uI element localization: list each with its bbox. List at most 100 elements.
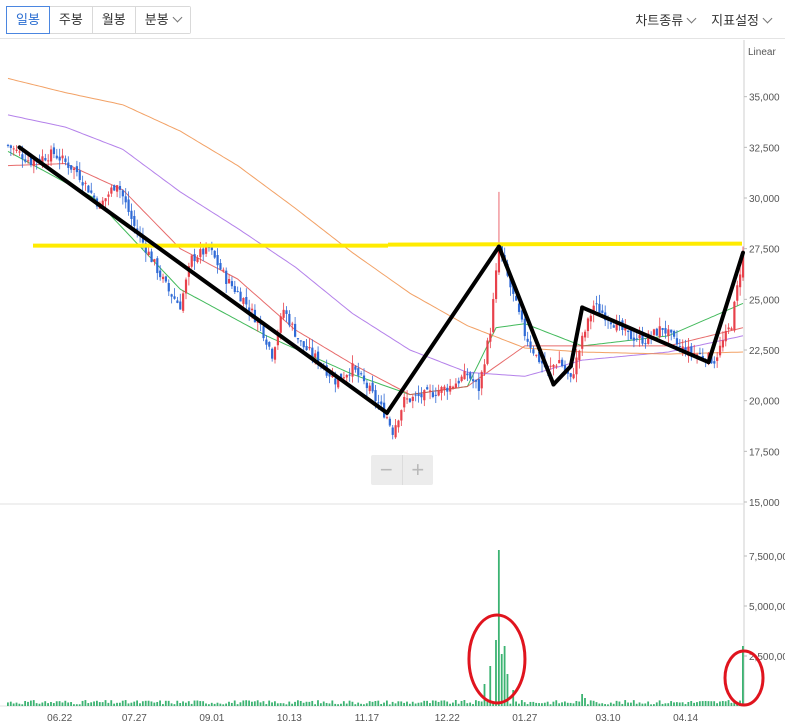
candle-body (6, 144, 10, 146)
volume-bar (693, 702, 695, 706)
volume-bar (515, 701, 517, 706)
x-axis-label: 06.22 (47, 713, 72, 724)
volume-bar (104, 700, 107, 706)
volume-bar (173, 704, 176, 706)
zoom-out-button[interactable]: − (371, 455, 402, 485)
volume-bar (509, 703, 512, 706)
volume-bar (256, 700, 259, 706)
candle-body (733, 301, 736, 331)
volume-bar (687, 701, 690, 706)
volume-bar (572, 703, 575, 706)
volume-bar (483, 684, 486, 706)
volume-bar (179, 702, 182, 706)
volume-bar (480, 701, 483, 706)
candle-body (532, 349, 535, 354)
candle-body (388, 418, 391, 426)
candle-body (609, 322, 613, 325)
volume-bar (624, 700, 627, 706)
candle-body (391, 427, 394, 435)
candle-body (494, 270, 498, 300)
volume-bar (380, 703, 383, 706)
candle-body (362, 375, 366, 382)
volume-bar (417, 702, 420, 706)
x-axis-label: 04.14 (673, 713, 698, 724)
volume-bar (15, 702, 18, 706)
volume-bar (291, 703, 294, 706)
volume-bar (552, 701, 555, 706)
candle-body (265, 339, 268, 345)
candle-body (678, 346, 681, 348)
candle-body (736, 285, 739, 301)
volume-bar (437, 701, 440, 706)
volume-bar (443, 700, 446, 706)
volume-bar (609, 702, 612, 706)
volume-bar (58, 701, 61, 706)
volume-bar (348, 700, 351, 706)
volume-bar (64, 700, 67, 706)
candle-body (632, 337, 635, 341)
candle-body (9, 145, 12, 148)
volume-bar (242, 700, 245, 706)
volume-bar (50, 702, 52, 706)
candle-body (299, 340, 302, 342)
volume-bar (675, 702, 678, 706)
candles-group (6, 143, 745, 440)
candle-body (61, 155, 64, 159)
volume-bar (724, 701, 727, 706)
volume-bar (162, 704, 164, 706)
candle-body (173, 296, 176, 299)
volume-bar (274, 701, 276, 706)
candle-body (32, 159, 35, 167)
candle-body (202, 248, 205, 255)
volume-bar (408, 703, 411, 706)
zoom-in-button[interactable]: + (401, 455, 434, 485)
volume-bar (262, 701, 265, 706)
x-axis-label: 03.10 (596, 713, 621, 724)
volume-bar (698, 701, 701, 706)
candle-body (589, 315, 592, 322)
volume-bar (460, 700, 463, 706)
volume-bar (721, 700, 724, 706)
candle-body (477, 379, 480, 391)
volume-bar (457, 703, 460, 706)
candle-body (652, 329, 656, 335)
candle-body (480, 371, 483, 389)
volume-bar (503, 646, 506, 706)
volume-bar (716, 703, 718, 706)
candle-body (184, 279, 188, 294)
volume-bar (87, 703, 90, 706)
candle-body (279, 316, 282, 333)
candle-body (294, 323, 297, 337)
stock-chart[interactable]: Linear 15,000 17,500 20,000 22,500 25,000 27,5… (0, 0, 785, 728)
volume-bar (446, 701, 449, 706)
volume-bar (586, 704, 589, 706)
candle-body (675, 338, 679, 345)
volume-bar (621, 703, 624, 706)
volume-bar (589, 700, 592, 706)
candle-body (225, 270, 228, 284)
volume-bar (555, 700, 558, 706)
volume-bar (29, 700, 32, 706)
candle-body (230, 281, 234, 287)
volume-bar (658, 700, 661, 706)
volume-bar (523, 702, 526, 706)
candle-body (250, 308, 254, 311)
volume-bar (55, 701, 58, 706)
candle-body (713, 361, 716, 364)
candle-body (314, 353, 317, 358)
price-tick-label: 25,000 (749, 295, 780, 306)
volume-bar (638, 702, 641, 706)
candle-body (153, 259, 156, 262)
price-tick-label: 30,000 (749, 194, 780, 205)
volume-bar (207, 704, 210, 706)
volume-bar (440, 700, 443, 706)
candle-body (133, 215, 136, 226)
candle-body (239, 291, 242, 302)
volume-bar (363, 704, 365, 706)
candle-body (116, 185, 119, 192)
volume-bar (314, 704, 317, 706)
candle-body (121, 190, 124, 197)
volume-bar (601, 703, 604, 706)
candle-body (431, 392, 435, 397)
volume-bar (216, 702, 219, 706)
